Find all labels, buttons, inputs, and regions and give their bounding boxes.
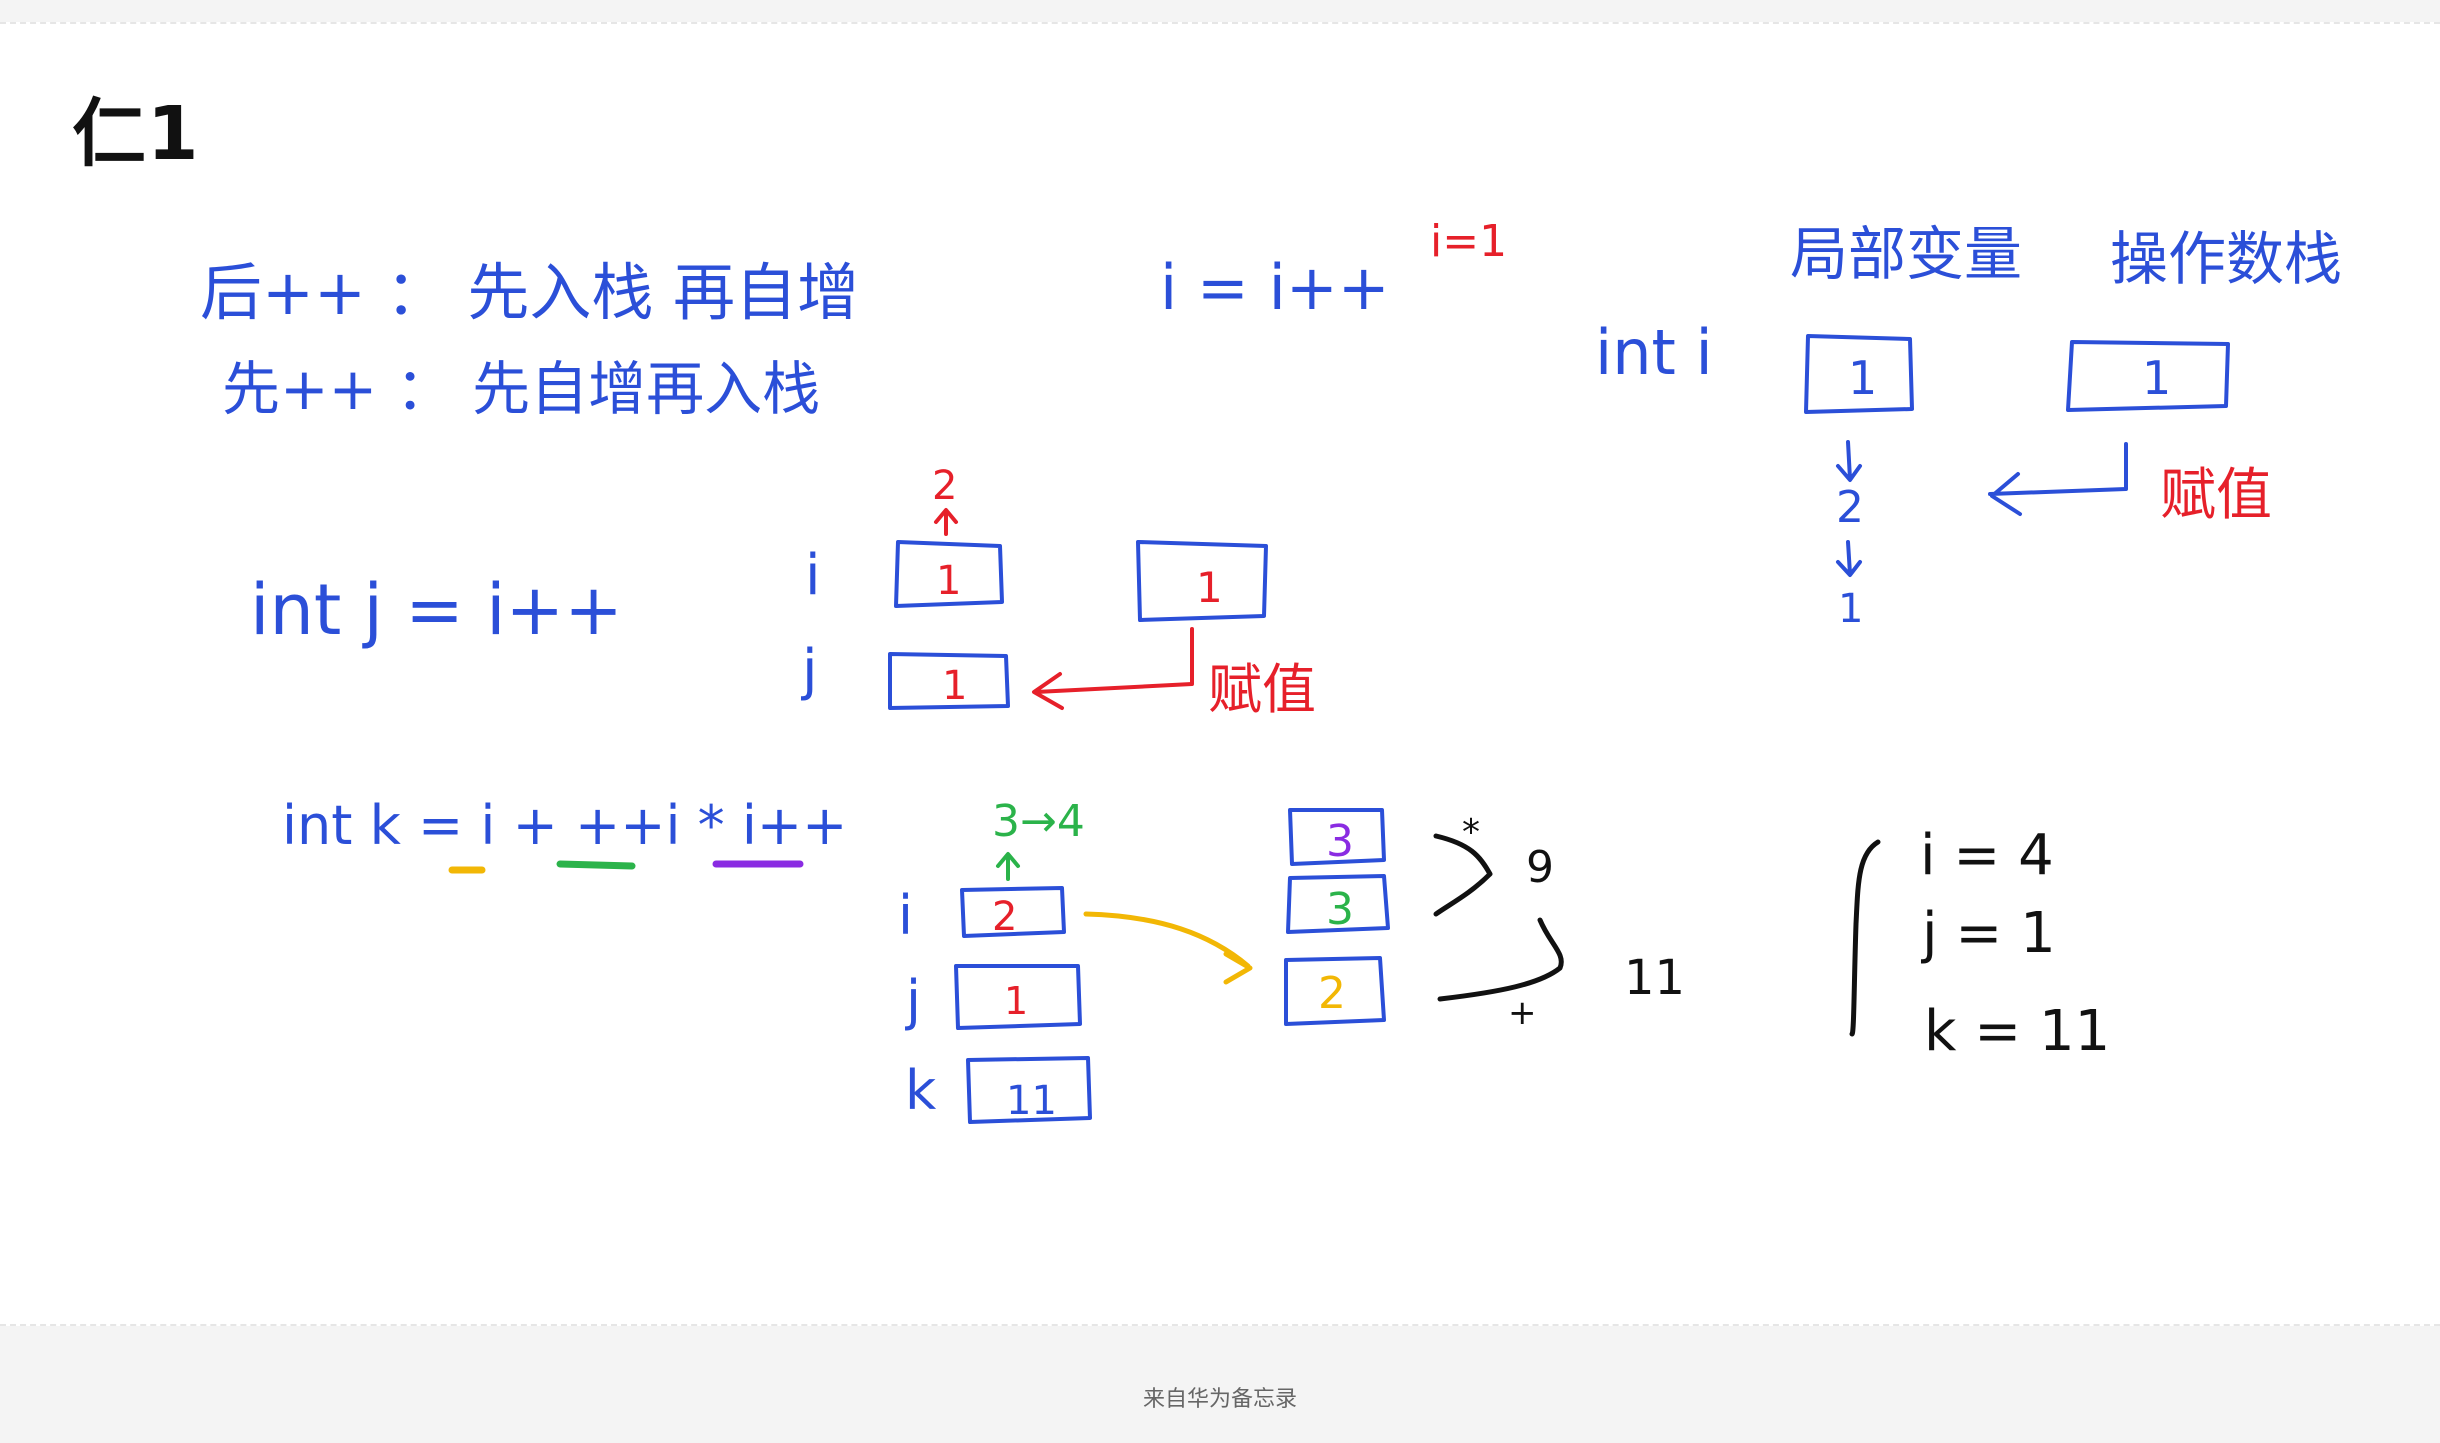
sum-result: 11 xyxy=(1624,950,1685,1006)
operand-stack-value: 1 xyxy=(2142,351,2171,405)
partial-product: 9 xyxy=(1526,842,1554,893)
handwritten-sketch: 后++ ： 先入栈 再自增 先++ ： 先自增再入栈 i = i++ i=1 局… xyxy=(200,216,2342,1124)
ex3-i-steps: 3→4 xyxy=(992,796,1085,847)
result-brace xyxy=(1849,839,1881,1037)
note-card: 仁1 后++ ： 先入栈 再自增 先++ ： 先自增再入栈 i = i++ i=… xyxy=(0,22,2440,1326)
add-bracket xyxy=(1437,917,1564,1002)
label-operand-stack: 操作数栈 xyxy=(2110,225,2342,293)
rule-pre-increment: 先++ ： 先自增再入栈 xyxy=(222,355,820,423)
ex2-i-up-arrow xyxy=(934,508,958,536)
ex3-i-up-arrow xyxy=(996,852,1020,881)
assign-expression: i = i++ xyxy=(1160,251,1390,324)
ex3-stack-top-value: 3 xyxy=(1326,816,1354,867)
ex2-stack-value: 1 xyxy=(1196,563,1223,612)
ex3-var-i: i xyxy=(898,884,913,947)
assign-arrow-1 xyxy=(1988,442,2128,516)
result-k: k = 11 xyxy=(1924,999,2110,1064)
assign-label-1: 赋值 xyxy=(2160,463,2272,528)
result-i: i = 4 xyxy=(1920,823,2054,888)
ex3-k-value: 11 xyxy=(1006,1078,1057,1124)
ex2-var-i: i xyxy=(805,543,821,608)
expression-j: int j = i++ xyxy=(250,569,623,651)
ex2-i-value: 1 xyxy=(936,558,961,604)
down-arrow-2 xyxy=(1836,540,1862,577)
ex3-var-k: k xyxy=(905,1059,937,1122)
declare-int-i: int i xyxy=(1595,316,1713,389)
assign-arrow-2 xyxy=(1032,627,1194,710)
assign-result: i=1 xyxy=(1430,216,1507,267)
underline-green xyxy=(556,860,636,870)
final-i-value: 1 xyxy=(1838,586,1863,632)
op-multiply: * xyxy=(1462,812,1480,853)
expression-k: int k = i + ++i * i++ xyxy=(282,794,847,857)
ex3-stack-middle-value: 3 xyxy=(1326,884,1354,935)
ex2-var-j: j xyxy=(800,638,818,703)
down-arrow-1 xyxy=(1836,440,1862,482)
assign-label-2: 赋值 xyxy=(1208,658,1316,721)
op-add: + xyxy=(1508,993,1537,1033)
increment-value: 2 xyxy=(1836,482,1864,533)
ex3-j-value: 1 xyxy=(1004,979,1028,1023)
ex2-i-increment: 2 xyxy=(932,463,957,509)
label-local-variables: 局部变量 xyxy=(1790,220,2022,288)
ex3-i-value: 2 xyxy=(992,894,1017,940)
result-j: j = 1 xyxy=(1920,901,2056,966)
footer: 来自华为备忘录 xyxy=(0,1326,2440,1443)
rule-post-increment: 后++ ： 先入栈 再自增 xyxy=(200,256,859,329)
local-var-value: 1 xyxy=(1848,351,1877,405)
ex3-stack-bottom-value: 2 xyxy=(1318,968,1346,1019)
source-label: 来自华为备忘录 xyxy=(1142,1387,1297,1412)
push-arrow-yellow xyxy=(1083,911,1253,985)
ex3-var-j: j xyxy=(905,969,921,1032)
ex2-j-value: 1 xyxy=(942,663,967,709)
